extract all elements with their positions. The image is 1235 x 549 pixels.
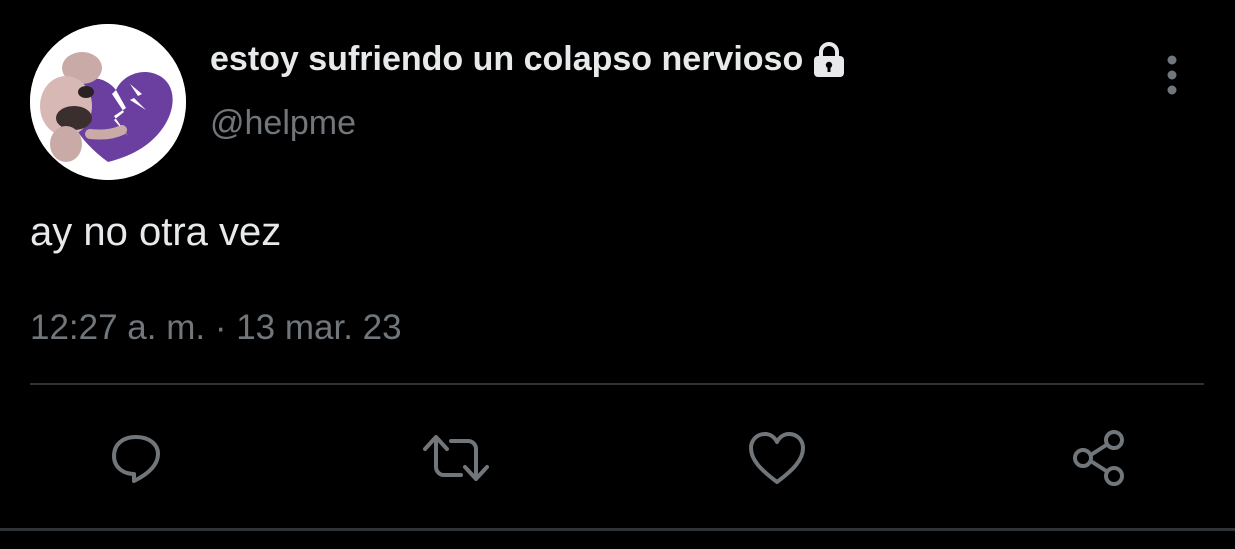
bottom-divider [0,528,1235,531]
heart-icon [749,432,805,484]
retweet-button[interactable] [418,420,494,496]
display-name[interactable]: estoy sufriendo un colapso nervioso [210,40,847,79]
lock-icon [811,41,847,79]
display-name-text: estoy sufriendo un colapso nervioso [210,40,804,78]
avatar[interactable] [30,24,186,180]
tweet-text: ay no otra vez [30,210,282,254]
share-button[interactable] [1061,420,1137,496]
retweet-icon [423,435,489,481]
reply-icon [112,435,160,483]
share-icon [1073,430,1124,486]
reply-button[interactable] [98,420,174,496]
more-vertical-icon [1167,55,1177,95]
avatar-image [30,24,186,180]
more-options-button[interactable] [1150,50,1194,100]
action-bar [0,420,1235,496]
user-handle[interactable]: @helpme [210,104,356,143]
tweet-detail: estoy sufriendo un colapso nervioso @hel… [0,0,1235,549]
divider [30,383,1204,385]
timestamp[interactable]: 12:27 a. m. · 13 mar. 23 [30,308,402,348]
like-button[interactable] [739,420,815,496]
